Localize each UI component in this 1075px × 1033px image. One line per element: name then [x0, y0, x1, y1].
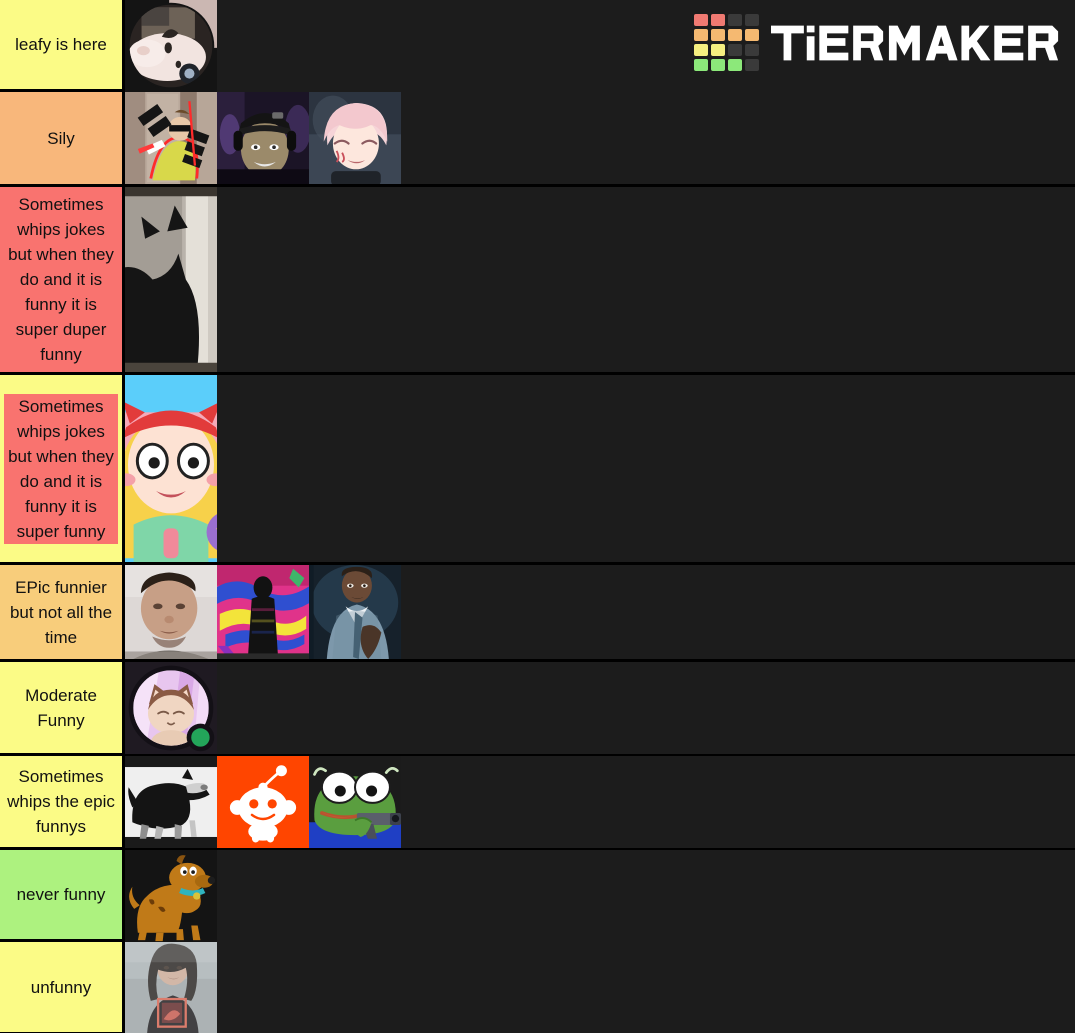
- logo-grid-cell: [728, 59, 742, 71]
- thumbnail-artwork: [309, 756, 401, 848]
- tier-item-person-graphic-tshirt-photo[interactable]: [125, 942, 217, 1033]
- tier-items[interactable]: [125, 850, 1075, 942]
- tier-item-star-butterfly-trans-flag[interactable]: [125, 375, 217, 562]
- thumbnail-artwork: [309, 92, 401, 184]
- thumbnail-artwork: [125, 756, 217, 848]
- tier-label-text: never funny: [16, 885, 106, 904]
- tier-label-text: Moderate Funny: [25, 685, 97, 730]
- tier-label[interactable]: EPic funnier but not all the time: [0, 565, 125, 659]
- tier-item-scooby-doo-character[interactable]: [125, 850, 217, 942]
- tier-items[interactable]: [125, 565, 1075, 659]
- thumbnail-artwork: [125, 662, 217, 754]
- logo-grid-cell: [728, 14, 742, 26]
- thumbnail-artwork: [125, 565, 217, 659]
- logo-grid-cell: [711, 14, 725, 26]
- logo-grid-cell: [728, 44, 742, 56]
- tier-label-text: Sometimes whips jokes but when they do a…: [4, 393, 118, 544]
- logo-grid-cell: [694, 29, 708, 41]
- tier-item-black-cat-photo[interactable]: [125, 187, 217, 372]
- tier-item-reddit-snoo-logo[interactable]: [217, 756, 309, 848]
- thumbnail-artwork: [309, 565, 401, 659]
- tier-items[interactable]: [125, 92, 1075, 184]
- tiermaker-logo[interactable]: [694, 14, 1061, 71]
- tier-label-text: Sily: [47, 128, 75, 148]
- tier-label-text: Sometimes whips jokes but when they do a…: [8, 195, 114, 364]
- tier-row: unfunny: [0, 942, 1075, 1033]
- tier-label-text: unfunny: [30, 977, 92, 997]
- tier-row: never funny: [0, 850, 1075, 942]
- logo-grid-cell: [694, 14, 708, 26]
- tiermaker-wordmark: [771, 21, 1061, 65]
- tier-label[interactable]: Sometimes whips the epic funnys: [0, 756, 125, 847]
- tier-rows-container: leafy is here Sily Sometimes whips jokes b…: [0, 0, 1075, 1033]
- tier-label[interactable]: Sometimes whips jokes but when they do a…: [0, 375, 125, 562]
- tier-item-pink-hair-anime-character[interactable]: [309, 92, 401, 184]
- thumbnail-artwork: [125, 0, 217, 92]
- thumbnail-artwork: [217, 756, 309, 848]
- thumbnail-artwork: [125, 375, 217, 562]
- logo-grid-cell: [711, 59, 725, 71]
- tier-label[interactable]: Moderate Funny: [0, 662, 125, 753]
- tier-label-text: EPic funnier but not all the time: [9, 577, 113, 647]
- logo-grid-cell: [711, 44, 725, 56]
- tier-item-graffiti-silhouette-photo[interactable]: [217, 565, 309, 659]
- tier-label[interactable]: Sily: [0, 92, 125, 184]
- thumbnail-artwork: [217, 565, 309, 659]
- tier-row: Sometimes whips jokes but when they do a…: [0, 187, 1075, 375]
- tier-label-text: leafy is here: [15, 35, 107, 54]
- tier-item-discord-cat-avatar[interactable]: [125, 662, 217, 754]
- logo-grid-cell: [694, 59, 708, 71]
- tier-items[interactable]: [125, 756, 1075, 848]
- tier-item-black-white-dog-photo[interactable]: [125, 756, 217, 848]
- tiermaker-grid-logo-icon: [694, 14, 759, 71]
- tier-label[interactable]: leafy is here: [0, 0, 125, 89]
- logo-grid-cell: [745, 44, 759, 56]
- thumbnail-artwork: [125, 187, 217, 372]
- logo-grid-cell: [745, 14, 759, 26]
- tier-label[interactable]: Sometimes whips jokes but when they do a…: [0, 187, 125, 372]
- tier-items[interactable]: [125, 187, 1075, 372]
- thumbnail-artwork: [217, 92, 309, 184]
- tier-label[interactable]: unfunny: [0, 942, 125, 1032]
- tier-row: Sometimes whips jokes but when they do a…: [0, 375, 1075, 565]
- tier-label-text: Sometimes whips the epic funnys: [7, 767, 115, 836]
- tier-row: Sometimes whips the epic funnys: [0, 756, 1075, 850]
- tier-row: Moderate Funny: [0, 662, 1075, 756]
- thumbnail-artwork: [125, 942, 217, 1033]
- tier-item-man-in-suit-photo[interactable]: [309, 565, 401, 659]
- logo-grid-cell: [711, 29, 725, 41]
- logo-grid-cell: [728, 29, 742, 41]
- logo-grid-cell: [745, 29, 759, 41]
- logo-grid-cell: [745, 59, 759, 71]
- tier-item-white-dog-avatar[interactable]: [125, 0, 217, 92]
- tier-row: EPic funnier but not all the time: [0, 565, 1075, 662]
- tier-item-blurry-selfie-photo[interactable]: [125, 565, 217, 659]
- tier-item-streamer-cap-headphones[interactable]: [217, 92, 309, 184]
- tier-label[interactable]: never funny: [0, 850, 125, 939]
- thumbnail-artwork: [125, 92, 217, 184]
- logo-grid-cell: [694, 44, 708, 56]
- tier-item-pepe-with-gun-meme[interactable]: [309, 756, 401, 848]
- tier-item-sunglasses-sticker-meme[interactable]: [125, 92, 217, 184]
- tier-items[interactable]: [125, 942, 1075, 1033]
- tier-items[interactable]: [125, 375, 1075, 562]
- tier-row: Sily: [0, 92, 1075, 187]
- thumbnail-artwork: [125, 850, 217, 942]
- tier-items[interactable]: [125, 662, 1075, 754]
- tierlist-app: leafy is here Sily Sometimes whips jokes b…: [0, 0, 1075, 1033]
